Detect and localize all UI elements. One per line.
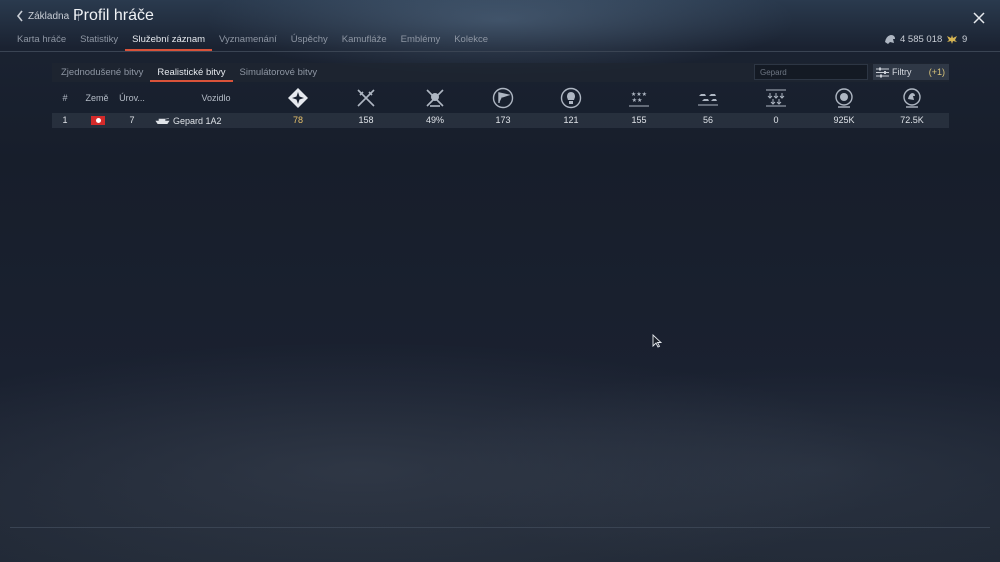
tab-statistics[interactable]: Statistiky <box>73 33 125 51</box>
silver-lions-icon <box>903 88 921 108</box>
column-silver[interactable] <box>901 86 923 110</box>
row-ground-kills: 155 <box>631 115 647 125</box>
sliders-icon <box>876 67 889 77</box>
research-points-icon <box>835 88 853 108</box>
tab-arcade-battles[interactable]: Zjednodušené bitvy <box>54 66 150 82</box>
top-bar: Základna | Profil hráče Karta hráče Stat… <box>0 0 1000 52</box>
deaths-icon <box>560 87 582 109</box>
tab-emblems[interactable]: Emblémy <box>394 33 448 51</box>
naval-kills-icon <box>766 89 786 107</box>
mouse-cursor-icon <box>652 334 662 348</box>
tab-camouflages[interactable]: Kamufláže <box>335 33 394 51</box>
column-win-rate[interactable] <box>424 86 446 110</box>
svg-text:★★: ★★ <box>632 97 643 104</box>
profile-tabs: Karta hráče Statistiky Služební záznam V… <box>10 33 495 51</box>
silver-lions-value: 4 585 018 <box>900 33 943 45</box>
tab-simulator-battles[interactable]: Simulátorové bitvy <box>233 66 325 82</box>
row-battles: 78 <box>292 115 304 125</box>
golden-eagle-icon <box>947 35 957 44</box>
row-air-kills: 56 <box>702 115 714 125</box>
close-icon[interactable] <box>972 11 986 25</box>
back-button[interactable]: Základna | <box>16 10 80 22</box>
tab-awards[interactable]: Vyznamenání <box>212 33 284 51</box>
row-win-rate: 49% <box>425 115 445 125</box>
tank-icon <box>155 118 170 124</box>
column-air-kills[interactable] <box>697 86 719 110</box>
row-captures: 173 <box>495 115 511 125</box>
tab-realistic-battles[interactable]: Realistické bitvy <box>150 66 233 82</box>
filters-button[interactable]: Filtry (+1) <box>873 64 949 80</box>
row-deaths: 121 <box>563 115 579 125</box>
filters-label: Filtry <box>892 67 912 77</box>
kills-icon <box>357 89 375 107</box>
silver-lion-icon <box>885 35 895 44</box>
battle-mode-tabs: Zjednodušené bitvy Realistické bitvy Sim… <box>54 66 324 82</box>
air-kills-icon <box>698 94 718 106</box>
tab-service-record[interactable]: Služební záznam <box>125 33 213 51</box>
tab-player-card[interactable]: Karta hráče <box>10 33 73 51</box>
row-tier: 7 <box>129 115 135 125</box>
win-rate-icon <box>426 89 444 107</box>
column-ground-kills[interactable]: ★★★ ★★ <box>628 86 650 110</box>
row-silver: 72.5K <box>900 115 924 125</box>
footer-divider <box>10 527 990 528</box>
column-kills[interactable] <box>355 86 377 110</box>
table-row[interactable]: 1 7 Gepard 1A2 78 158 49% 173 121 155 56… <box>52 113 949 128</box>
column-research-points[interactable] <box>833 86 855 110</box>
column-captures[interactable] <box>492 86 514 110</box>
tab-achievements[interactable]: Úspěchy <box>284 33 335 51</box>
battles-icon <box>288 88 308 108</box>
filters-count: (+1) <box>928 67 945 77</box>
row-research-points: 925K <box>833 115 855 125</box>
column-battles[interactable] <box>287 86 309 110</box>
row-naval-kills: 0 <box>773 115 779 125</box>
column-vehicle[interactable]: Vozidlo <box>201 86 230 110</box>
germany-flag-icon <box>91 116 105 125</box>
table-header: # Země Úrov... Vozidlo ★★★ ★★ <box>52 86 949 110</box>
tab-collection[interactable]: Kolekce <box>447 33 495 51</box>
vehicle-name: Gepard 1A2 <box>173 115 222 126</box>
captures-icon <box>492 87 514 109</box>
vehicle-search-input[interactable] <box>754 64 868 80</box>
row-vehicle: Gepard 1A2 <box>155 113 222 128</box>
silver-lions-balance: 4 585 018 <box>884 33 942 45</box>
page-title: Profil hráče <box>73 7 154 24</box>
column-deaths[interactable] <box>560 86 582 110</box>
column-tier[interactable]: Úrov... <box>119 86 145 110</box>
row-rank: 1 <box>62 115 68 125</box>
row-kills: 158 <box>358 115 374 125</box>
back-label: Základna <box>28 10 70 22</box>
column-naval-kills[interactable] <box>765 86 787 110</box>
chevron-left-icon <box>16 10 23 22</box>
golden-eagles-balance: 9 <box>946 33 967 45</box>
column-country[interactable]: Země <box>85 86 108 110</box>
column-rank[interactable]: # <box>62 86 67 110</box>
ground-kills-icon: ★★★★★ <box>629 91 649 107</box>
golden-eagles-value: 9 <box>962 33 968 45</box>
